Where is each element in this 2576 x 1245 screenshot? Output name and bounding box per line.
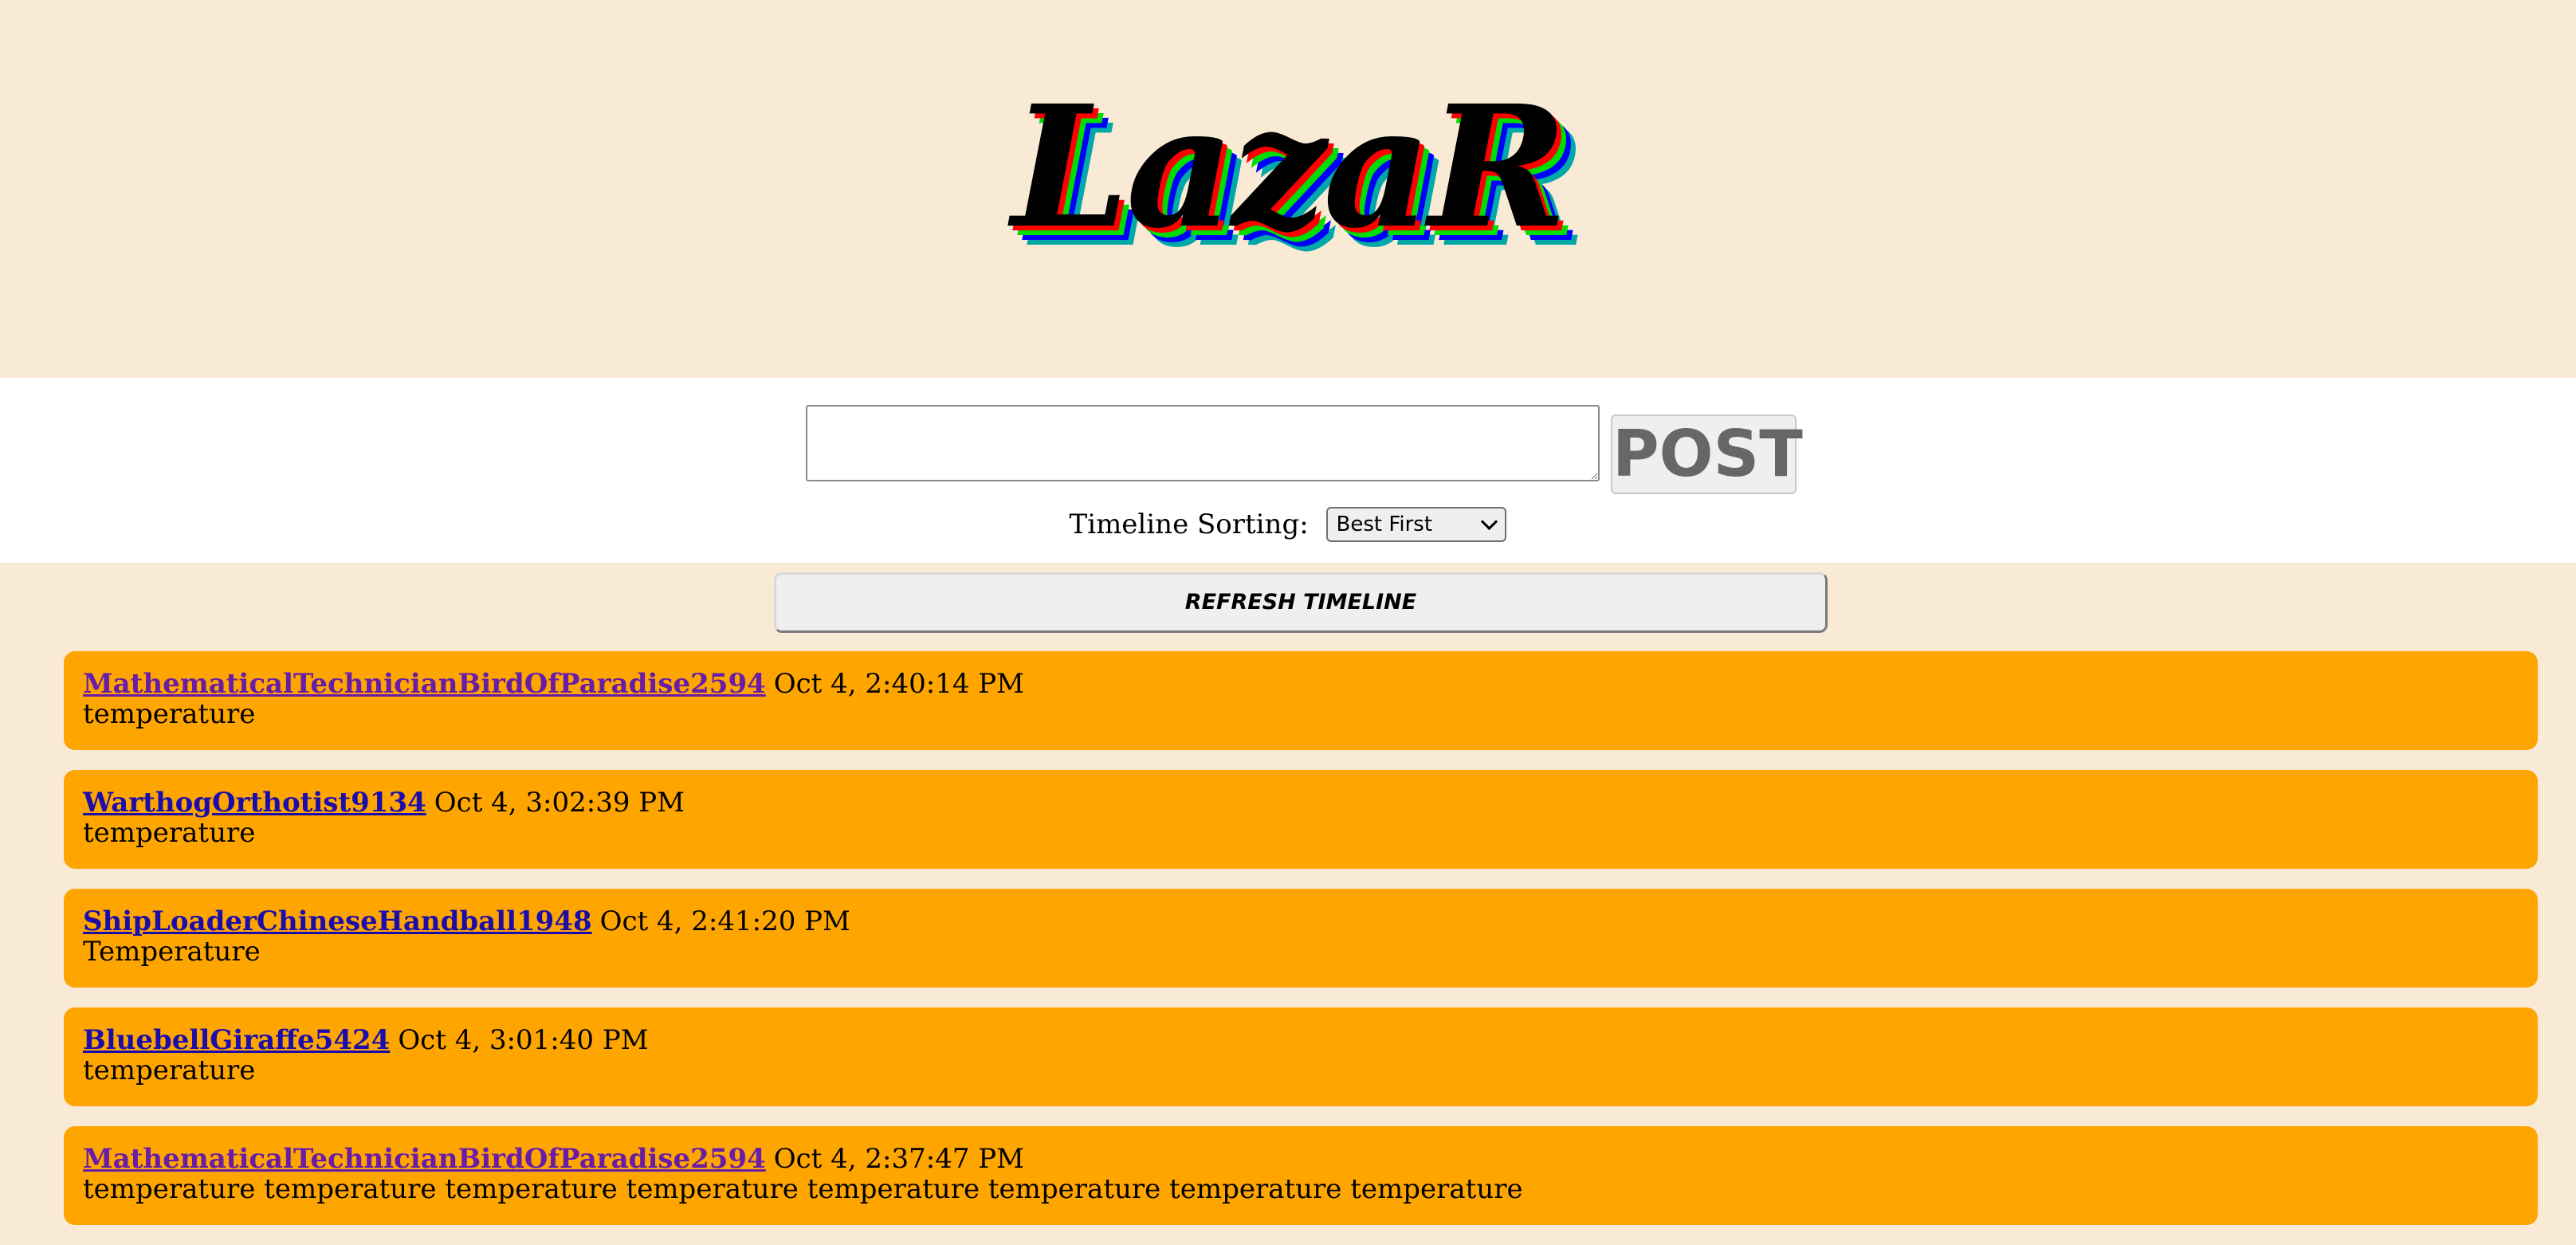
post-button[interactable]: POST — [1611, 414, 1803, 494]
refresh-timeline-button[interactable]: REFRESH TIMELINE — [774, 572, 1828, 633]
post-body: temperature — [83, 698, 256, 730]
post-author-link[interactable]: MathematicalTechnicianBirdOfParadise2594 — [83, 668, 766, 700]
post-card: MathematicalTechnicianBirdOfParadise2594… — [64, 651, 2538, 750]
site-logo[interactable]: LazaR — [1011, 76, 1568, 259]
post-textarea[interactable] — [806, 405, 1600, 481]
post-body: Temperature — [83, 936, 261, 968]
timeline-sorting-row: Timeline Sorting: Best First — [0, 504, 2576, 544]
timeline-sorting-select[interactable]: Best First — [1326, 507, 1507, 542]
post-body: temperature — [83, 1055, 256, 1086]
post-timestamp: Oct 4, 3:02:39 PM — [434, 787, 685, 819]
post-card: WarthogOrthotist9134 Oct 4, 3:02:39 PM te… — [64, 770, 2538, 869]
sort-selected-value: Best First — [1336, 513, 1433, 536]
site-header: LazaR — [0, 0, 2576, 378]
post-card: MathematicalTechnicianBirdOfParadise2594… — [64, 1126, 2538, 1225]
logo-container: LazaR — [0, 76, 2576, 259]
post-author-link[interactable]: BluebellGiraffe5424 — [83, 1024, 390, 1056]
post-body: temperature — [83, 817, 256, 849]
timeline: MathematicalTechnicianBirdOfParadise2594… — [64, 651, 2538, 1245]
compose-panel: POST Timeline Sorting: Best First — [0, 378, 2576, 563]
post-timestamp: Oct 4, 2:40:14 PM — [773, 668, 1024, 700]
post-card: BluebellGiraffe5424 Oct 4, 3:01:40 PM tem… — [64, 1007, 2538, 1106]
post-timestamp: Oct 4, 2:41:20 PM — [599, 905, 850, 937]
post-timestamp: Oct 4, 3:01:40 PM — [398, 1024, 649, 1056]
post-timestamp: Oct 4, 2:37:47 PM — [773, 1143, 1024, 1175]
post-card: ShipLoaderChineseHandball1948 Oct 4, 2:41… — [64, 889, 2538, 988]
post-author-link[interactable]: MathematicalTechnicianBirdOfParadise2594 — [83, 1143, 766, 1175]
post-author-link[interactable]: ShipLoaderChineseHandball1948 — [83, 905, 592, 937]
chevron-down-icon — [1481, 513, 1498, 531]
timeline-sorting-label: Timeline Sorting: — [1069, 509, 1309, 540]
post-body: temperature temperature temperature temp… — [83, 1173, 1523, 1205]
post-author-link[interactable]: WarthogOrthotist9134 — [83, 787, 426, 819]
